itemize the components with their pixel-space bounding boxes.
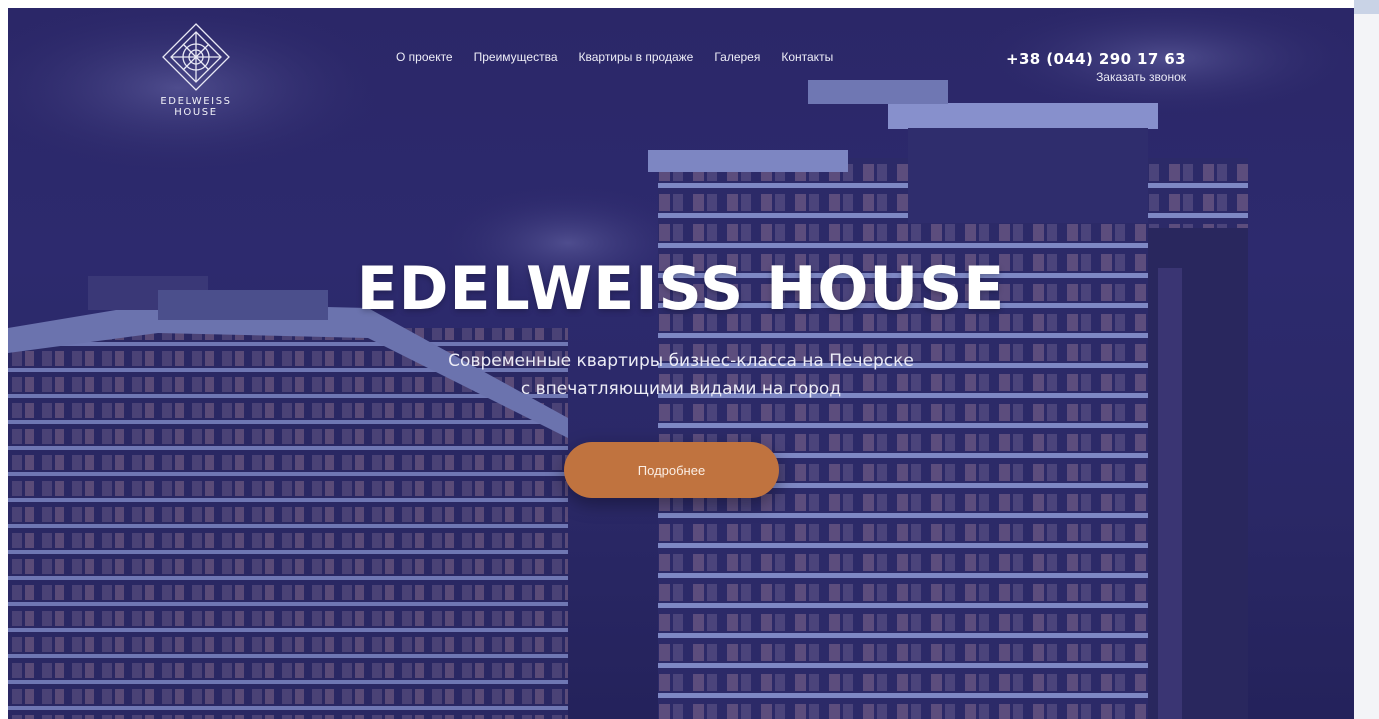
hero-title: EDELWEISS HOUSE: [356, 254, 1006, 324]
brand-name-line1: EDELWEISS: [160, 96, 232, 107]
hero-subtitle-line1: Современные квартиры бизнес-класса на Пе…: [448, 351, 914, 371]
hero-subtitle: Современные квартиры бизнес-класса на Пе…: [8, 347, 1354, 403]
nav-item-apartments[interactable]: Квартиры в продаже: [579, 50, 694, 64]
nav-item-gallery[interactable]: Галерея: [714, 50, 760, 64]
header-contact: +38 (044) 290 17 63 Заказать звонок: [1006, 50, 1186, 84]
nav-item-advantages[interactable]: Преимущества: [474, 50, 558, 64]
page-frame: EDELWEISS HOUSE О проекте Преимущества К…: [0, 0, 1379, 719]
hero-subtitle-line2: с впечатляющими видами на город: [520, 379, 842, 399]
nav-item-about[interactable]: О проекте: [396, 50, 453, 64]
scrollbar-track[interactable]: [1354, 0, 1379, 719]
hero-section: EDELWEISS HOUSE О проекте Преимущества К…: [8, 8, 1354, 719]
nav-item-contacts[interactable]: Контакты: [781, 50, 833, 64]
scrollbar-thumb[interactable]: [1354, 0, 1379, 14]
brand-name-line2: HOUSE: [174, 107, 218, 118]
more-details-button[interactable]: Подробнее: [564, 442, 779, 498]
brand-logo[interactable]: EDELWEISS HOUSE: [153, 22, 239, 118]
edelweiss-flower-diamond-icon: [162, 23, 230, 91]
main-navigation: О проекте Преимущества Квартиры в продаж…: [396, 50, 833, 64]
phone-number[interactable]: +38 (044) 290 17 63: [1006, 50, 1186, 68]
callback-link[interactable]: Заказать звонок: [1006, 70, 1186, 84]
